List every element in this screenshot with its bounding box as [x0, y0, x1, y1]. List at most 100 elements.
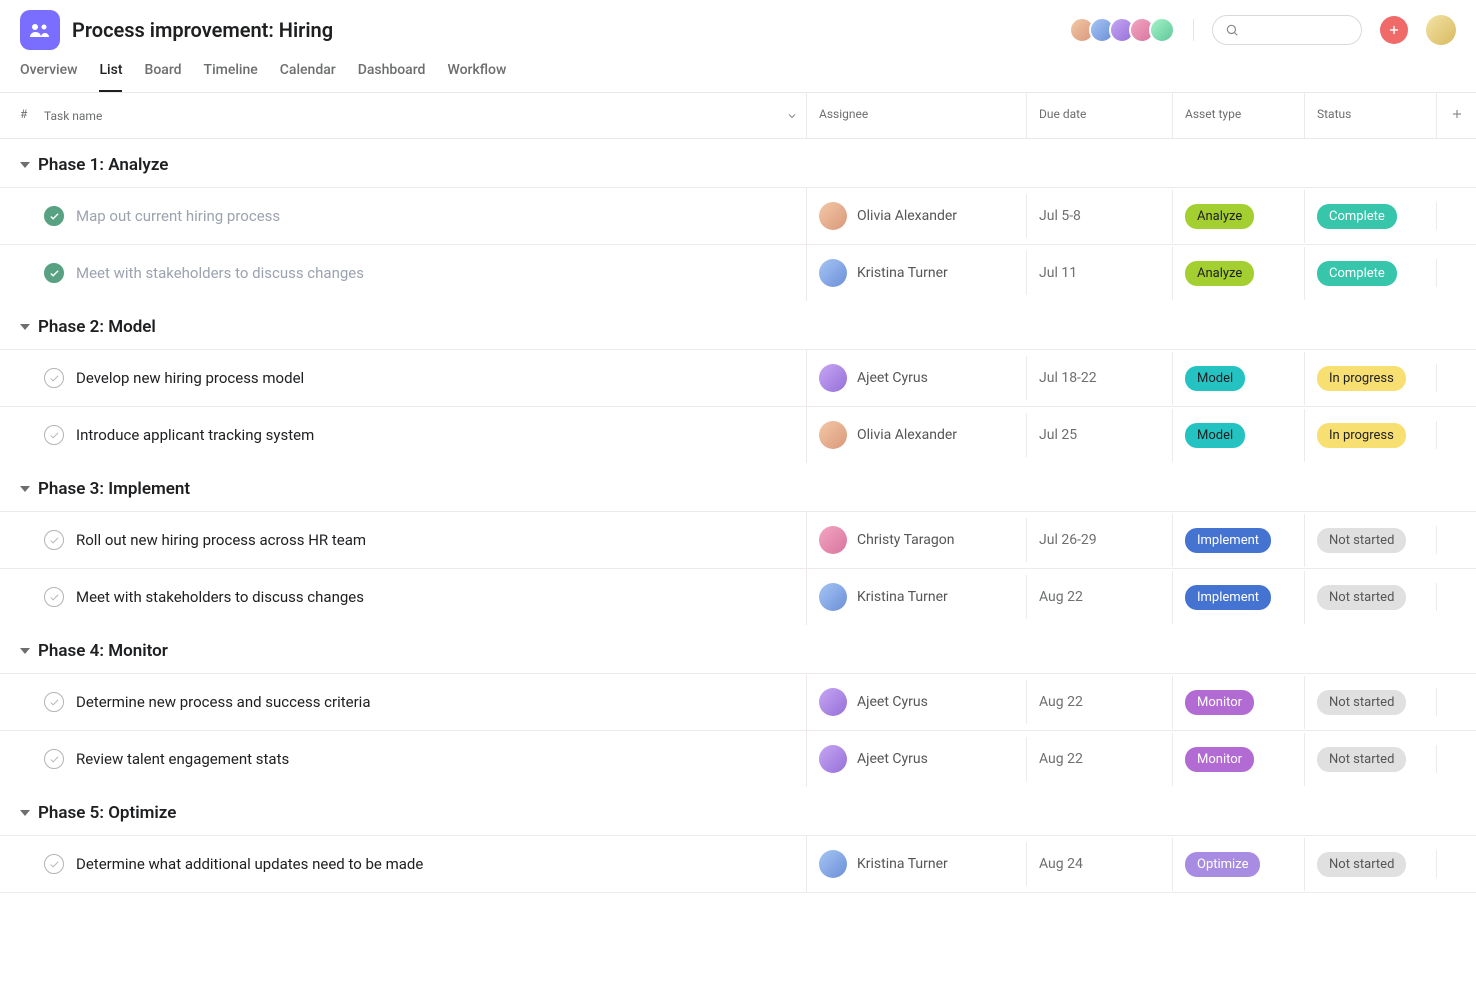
search-box[interactable]	[1212, 15, 1362, 45]
complete-toggle[interactable]	[44, 530, 64, 550]
task-name: Meet with stakeholders to discuss change…	[76, 588, 364, 606]
assignee-cell[interactable]: Kristina Turner	[806, 569, 1026, 625]
column-header-assignee[interactable]: Assignee	[806, 93, 1026, 138]
status-cell[interactable]: In progress	[1304, 352, 1436, 405]
column-header-asset[interactable]: Asset type	[1172, 93, 1304, 138]
due-date-cell[interactable]: Jul 18-22	[1026, 356, 1172, 400]
due-date-cell[interactable]: Jul 5-8	[1026, 194, 1172, 238]
due-date-cell[interactable]: Aug 24	[1026, 842, 1172, 886]
tab-calendar[interactable]: Calendar	[280, 62, 336, 92]
assignee-name: Kristina Turner	[857, 265, 948, 281]
assignee-cell[interactable]: Ajeet Cyrus	[806, 350, 1026, 406]
task-row[interactable]: Introduce applicant tracking systemOlivi…	[0, 406, 1476, 463]
complete-toggle[interactable]	[44, 263, 64, 283]
caret-down-icon	[20, 648, 30, 654]
assignee-cell[interactable]: Ajeet Cyrus	[806, 674, 1026, 730]
assignee-cell[interactable]: Kristina Turner	[806, 245, 1026, 301]
task-row[interactable]: Meet with stakeholders to discuss change…	[0, 244, 1476, 301]
due-date-cell[interactable]: Jul 26-29	[1026, 518, 1172, 562]
tab-overview[interactable]: Overview	[20, 62, 77, 92]
search-icon	[1225, 23, 1239, 37]
complete-toggle[interactable]	[44, 425, 64, 445]
column-header-task[interactable]: Task name	[36, 93, 806, 138]
due-date-cell[interactable]: Aug 22	[1026, 737, 1172, 781]
add-column-button[interactable]	[1436, 93, 1476, 138]
asset-type-cell[interactable]: Model	[1172, 352, 1304, 405]
tab-board[interactable]: Board	[144, 62, 181, 92]
task-row[interactable]: Determine what additional updates need t…	[0, 835, 1476, 893]
row-extra-cell	[1436, 583, 1476, 611]
status-cell[interactable]: In progress	[1304, 409, 1436, 462]
section-title: Phase 1: Analyze	[38, 155, 168, 175]
due-date-cell[interactable]: Aug 22	[1026, 575, 1172, 619]
asset-type-cell[interactable]: Implement	[1172, 514, 1304, 567]
task-name: Meet with stakeholders to discuss change…	[76, 264, 364, 282]
row-extra-cell	[1436, 259, 1476, 287]
avatar	[819, 421, 847, 449]
due-date-cell[interactable]: Jul 11	[1026, 251, 1172, 295]
assignee-cell[interactable]: Christy Taragon	[806, 512, 1026, 568]
avatar	[1149, 17, 1175, 43]
status-cell[interactable]: Not started	[1304, 571, 1436, 624]
caret-down-icon	[20, 324, 30, 330]
complete-toggle[interactable]	[44, 854, 64, 874]
assignee-cell[interactable]: Ajeet Cyrus	[806, 731, 1026, 787]
task-row[interactable]: Review talent engagement statsAjeet Cyru…	[0, 730, 1476, 787]
section-header[interactable]: Phase 1: Analyze	[0, 139, 1476, 187]
asset-type-cell[interactable]: Analyze	[1172, 247, 1304, 300]
task-name: Roll out new hiring process across HR te…	[76, 531, 366, 549]
complete-toggle[interactable]	[44, 368, 64, 388]
asset-type-cell[interactable]: Model	[1172, 409, 1304, 462]
status-cell[interactable]: Not started	[1304, 514, 1436, 567]
column-header-status[interactable]: Status	[1304, 93, 1436, 138]
assignee-cell[interactable]: Olivia Alexander	[806, 407, 1026, 463]
member-avatars[interactable]	[1075, 17, 1175, 43]
complete-toggle[interactable]	[44, 587, 64, 607]
caret-down-icon	[20, 810, 30, 816]
status-cell[interactable]: Complete	[1304, 247, 1436, 300]
caret-down-icon	[20, 162, 30, 168]
status-cell[interactable]: Complete	[1304, 190, 1436, 243]
tab-dashboard[interactable]: Dashboard	[358, 62, 426, 92]
complete-toggle[interactable]	[44, 749, 64, 769]
asset-type-cell[interactable]: Optimize	[1172, 838, 1304, 891]
complete-toggle[interactable]	[44, 206, 64, 226]
tab-timeline[interactable]: Timeline	[204, 62, 258, 92]
asset-type-cell[interactable]: Implement	[1172, 571, 1304, 624]
project-icon[interactable]	[20, 10, 60, 50]
column-header-task-label: Task name	[44, 109, 102, 123]
task-row[interactable]: Meet with stakeholders to discuss change…	[0, 568, 1476, 625]
tab-list[interactable]: List	[99, 62, 122, 92]
assignee-cell[interactable]: Kristina Turner	[806, 836, 1026, 892]
task-name: Develop new hiring process model	[76, 369, 304, 387]
section-header[interactable]: Phase 2: Model	[0, 301, 1476, 349]
section-header[interactable]: Phase 4: Monitor	[0, 625, 1476, 673]
asset-type-cell[interactable]: Analyze	[1172, 190, 1304, 243]
due-date-cell[interactable]: Aug 22	[1026, 680, 1172, 724]
task-row[interactable]: Roll out new hiring process across HR te…	[0, 511, 1476, 568]
user-avatar[interactable]	[1426, 15, 1456, 45]
assignee-cell[interactable]: Olivia Alexander	[806, 188, 1026, 244]
status-pill: Not started	[1317, 852, 1406, 877]
avatar	[819, 583, 847, 611]
status-cell[interactable]: Not started	[1304, 676, 1436, 729]
task-row[interactable]: Determine new process and success criter…	[0, 673, 1476, 730]
section-header[interactable]: Phase 5: Optimize	[0, 787, 1476, 835]
task-row[interactable]: Develop new hiring process model Ajeet Cy…	[0, 349, 1476, 406]
asset-type-cell[interactable]: Monitor	[1172, 676, 1304, 729]
assignee-name: Ajeet Cyrus	[857, 694, 928, 710]
status-cell[interactable]: Not started	[1304, 838, 1436, 891]
column-header-due[interactable]: Due date	[1026, 93, 1172, 138]
tab-workflow[interactable]: Workflow	[447, 62, 506, 92]
row-extra-cell	[1436, 526, 1476, 554]
task-row[interactable]: Map out current hiring processOlivia Ale…	[0, 187, 1476, 244]
due-date-cell[interactable]: Jul 25	[1026, 413, 1172, 457]
section-header[interactable]: Phase 3: Implement	[0, 463, 1476, 511]
add-button[interactable]	[1380, 16, 1408, 44]
status-pill: In progress	[1317, 366, 1406, 391]
complete-toggle[interactable]	[44, 692, 64, 712]
section-title: Phase 2: Model	[38, 317, 156, 337]
asset-type-cell[interactable]: Monitor	[1172, 733, 1304, 786]
search-input[interactable]	[1239, 23, 1349, 38]
status-cell[interactable]: Not started	[1304, 733, 1436, 786]
